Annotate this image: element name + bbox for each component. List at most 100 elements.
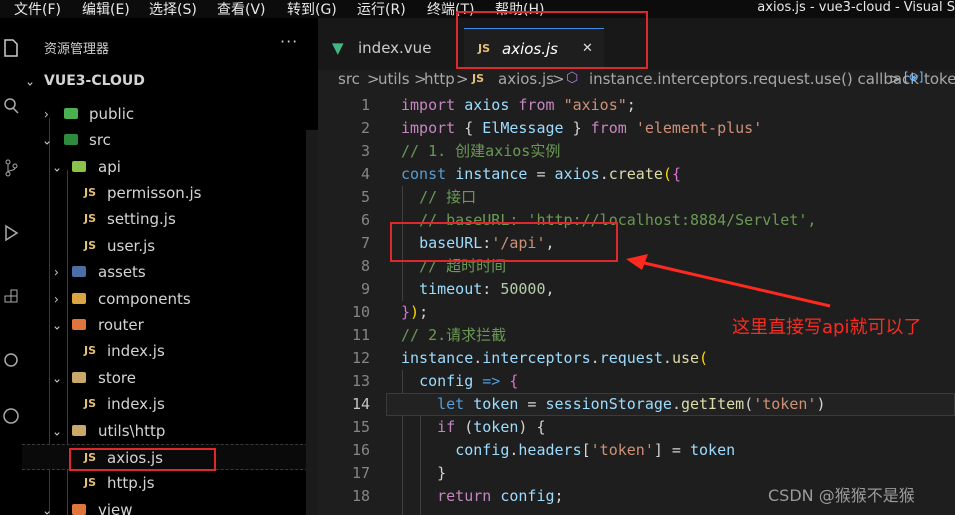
menu-edit[interactable]: 编辑(E): [82, 0, 130, 19]
code-line[interactable]: return config;: [401, 485, 563, 508]
code-token: }: [401, 303, 411, 321]
code-line[interactable]: // 接口: [401, 186, 476, 209]
code-line[interactable]: // 2.请求拦截: [401, 324, 506, 347]
code-token: let: [437, 395, 465, 413]
tab-index-vue[interactable]: ▼ index.vue: [318, 28, 460, 70]
explorer-icon[interactable]: [0, 38, 22, 64]
code-token: // 1. 创建axios实例: [401, 142, 561, 160]
tree-file-store-index-js[interactable]: JS index.js: [22, 391, 318, 417]
breadcrumb-http[interactable]: http: [424, 70, 455, 88]
tree-file-router-index-js[interactable]: JS index.js: [22, 338, 318, 364]
variable-icon: [⊗]: [904, 70, 924, 84]
code-token: .: [599, 165, 609, 183]
tree-file-setting-js[interactable]: JS setting.js: [22, 206, 318, 232]
tree-file-http-js[interactable]: JS http.js: [22, 470, 318, 496]
code-token: .: [671, 395, 681, 413]
code-line[interactable]: if (token) {: [401, 416, 545, 439]
code-line[interactable]: let token = sessionStorage.getItem('toke…: [401, 393, 825, 416]
tree-file-user-js[interactable]: JS user.js: [22, 233, 318, 259]
folder-src-icon: [64, 134, 78, 145]
code-token: :: [482, 280, 501, 298]
code-line[interactable]: config.headers['token'] = token: [401, 439, 735, 462]
code-line[interactable]: // 1. 创建axios实例: [401, 140, 560, 163]
line-number: 13: [351, 372, 370, 390]
breadcrumb-symbol[interactable]: instance.interceptors.request.use() call…: [589, 70, 919, 88]
tree-folder-view[interactable]: ⌄ view: [22, 497, 318, 515]
explorer-root[interactable]: ⌄ VUE3-CLOUD: [22, 68, 318, 94]
chevron-down-icon: ⌄: [52, 159, 63, 175]
tree-folder-public[interactable]: › public: [22, 101, 318, 127]
breadcrumb-separator: >: [889, 70, 902, 88]
js-file-icon: JS: [84, 239, 97, 252]
menu-file[interactable]: 文件(F): [14, 0, 61, 19]
menu-selection[interactable]: 选择(S): [149, 0, 197, 19]
chevron-right-icon: ›: [54, 291, 59, 307]
menu-run[interactable]: 运行(R): [357, 0, 406, 19]
code-line[interactable]: const instance = axios.create({: [401, 163, 681, 186]
folder-store-icon: [72, 372, 86, 383]
line-number: 8: [360, 257, 370, 275]
breadcrumb-token[interactable]: toke: [924, 70, 955, 88]
cube-icon: ⬡: [566, 70, 579, 86]
code-line[interactable]: instance.interceptors.request.use(: [401, 347, 708, 370]
code-token: // 接口: [419, 188, 477, 206]
code-token: (: [744, 395, 754, 413]
tree-folder-assets[interactable]: › assets: [22, 259, 318, 285]
menu-view[interactable]: 查看(V): [217, 0, 266, 19]
code-token: (: [699, 349, 709, 367]
breadcrumb-utils[interactable]: utils: [378, 70, 410, 88]
line-number: 18: [351, 487, 370, 505]
tree-folder-store[interactable]: ⌄ store: [22, 365, 318, 391]
js-file-icon: JS: [84, 186, 97, 199]
code-token: (: [455, 418, 474, 436]
code-token: instance: [455, 165, 528, 183]
js-file-icon: JS: [472, 72, 485, 85]
code-token: token: [473, 395, 519, 413]
code-token: from: [518, 96, 555, 114]
code-line[interactable]: config => {: [401, 370, 518, 393]
code-token: sessionStorage: [545, 395, 672, 413]
code-line[interactable]: }: [401, 462, 446, 485]
line-number: 3: [360, 142, 370, 160]
chevron-down-icon: ⌄: [52, 317, 63, 333]
code-token: timeout: [419, 280, 483, 298]
tree-file-permisson-js[interactable]: JS permisson.js: [22, 180, 318, 206]
annotation-text: 这里直接写api就可以了: [732, 317, 922, 338]
remote-icon[interactable]: [0, 350, 22, 376]
line-number: 10: [351, 303, 370, 321]
tree-folder-router[interactable]: ⌄ router: [22, 312, 318, 338]
code-token: import: [401, 96, 456, 114]
line-number: 1: [360, 96, 370, 114]
breadcrumb-src[interactable]: src: [338, 70, 360, 88]
more-actions-icon[interactable]: ···: [280, 32, 298, 51]
code-line[interactable]: });: [401, 301, 428, 324]
code-token: axios: [554, 165, 600, 183]
code-token: "axios": [563, 96, 627, 114]
tree-folder-src[interactable]: ⌄ src: [22, 127, 318, 153]
highlight-box: [69, 448, 216, 471]
code-line[interactable]: import { ElMessage } from 'element-plus': [401, 117, 762, 140]
account-icon[interactable]: [0, 406, 22, 432]
tree-folder-utils-http[interactable]: ⌄ utils\http: [22, 418, 318, 444]
source-control-icon[interactable]: [0, 158, 22, 184]
code-token: // 2.请求拦截: [401, 326, 507, 344]
code-token: from: [590, 119, 627, 137]
extensions-icon[interactable]: [0, 288, 22, 314]
tree-folder-components[interactable]: › components: [22, 286, 318, 312]
breadcrumb-separator: >: [552, 70, 565, 88]
code-token: .: [473, 349, 483, 367]
breadcrumb-file[interactable]: axios.js: [498, 70, 554, 88]
tree-folder-api[interactable]: ⌄ api: [22, 154, 318, 180]
code-line[interactable]: timeout: 50000,: [401, 278, 554, 301]
sidebar-scrollbar[interactable]: [306, 130, 318, 515]
menu-go[interactable]: 转到(G): [287, 0, 337, 19]
search-icon[interactable]: [0, 96, 22, 122]
code-line[interactable]: import axios from "axios";: [401, 94, 636, 117]
run-debug-icon[interactable]: [0, 223, 22, 249]
